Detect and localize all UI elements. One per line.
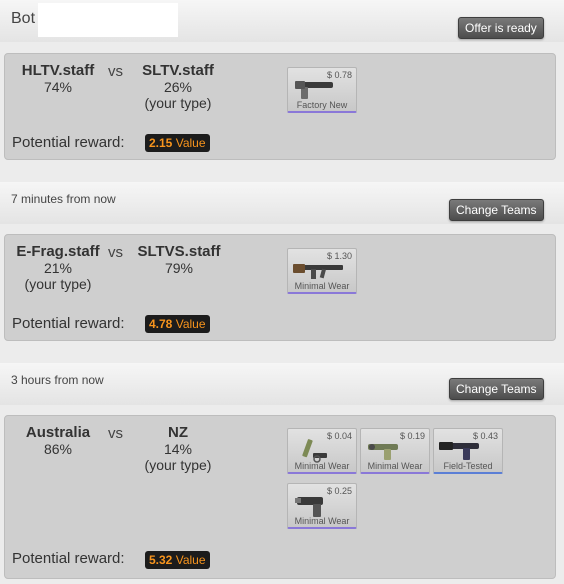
- match-header: 3 hours from now Change Teams: [0, 363, 564, 405]
- reward-unit: Value: [175, 136, 206, 150]
- match-card: HLTV.staff 74% vs SLTV.staff 26% (your t…: [4, 53, 556, 160]
- team2-percent: 14%: [163, 441, 193, 457]
- team2-percent: 79%: [164, 260, 194, 276]
- reward-amount: 5.32: [149, 553, 173, 567]
- item-card[interactable]: $ 0.19 Minimal Wear: [360, 428, 430, 474]
- team2-percent: 26%: [163, 79, 193, 95]
- bot-header: Bot Offer is ready: [0, 0, 564, 42]
- team1-name: E-Frag.staff: [16, 243, 100, 260]
- reward-label: Potential reward:: [12, 315, 125, 332]
- item-price: $ 0.43: [472, 431, 498, 441]
- team1-percent: 74%: [43, 79, 73, 95]
- team2: SLTV.staff 26% (your type): [133, 62, 223, 112]
- reward-label: Potential reward:: [12, 550, 125, 567]
- item-wear: Factory New: [296, 100, 348, 110]
- team2: SLTVS.staff 79%: [129, 243, 229, 277]
- team1-name: Australia: [25, 424, 91, 441]
- item-wear: Minimal Wear: [294, 461, 350, 471]
- item-price: $ 0.25: [326, 486, 352, 496]
- team1: E-Frag.staff 21% (your type): [9, 243, 107, 293]
- reward-amount: 2.15: [149, 136, 173, 150]
- team1: Australia 86%: [15, 424, 101, 458]
- bot-input[interactable]: [38, 3, 178, 37]
- team2-name: SLTVS.staff: [137, 243, 221, 260]
- match-header: 7 minutes from now Change Teams: [0, 182, 564, 224]
- item-price: $ 0.19: [399, 431, 425, 441]
- item-price: $ 1.30: [326, 251, 352, 261]
- item-card[interactable]: $ 0.43 Field-Tested: [433, 428, 503, 474]
- team2-name: NZ: [168, 424, 188, 441]
- pistol-icon: [439, 442, 479, 460]
- item-card[interactable]: $ 0.04 Minimal Wear: [287, 428, 357, 474]
- team1-name: HLTV.staff: [21, 62, 95, 79]
- reward-unit: Value: [175, 317, 206, 331]
- pistol-icon: [295, 81, 333, 99]
- reward-badge: 4.78 Value: [145, 315, 210, 333]
- team2: NZ 14% (your type): [133, 424, 223, 474]
- vs-label: vs: [108, 425, 123, 442]
- match-card: E-Frag.staff 21% (your type) vs SLTVS.st…: [4, 234, 556, 341]
- offer-ready-button[interactable]: Offer is ready: [458, 17, 544, 39]
- team2-name: SLTV.staff: [142, 62, 214, 79]
- change-teams-button[interactable]: Change Teams: [449, 378, 544, 400]
- reward-unit: Value: [175, 553, 206, 567]
- team1-percent: 86%: [43, 441, 73, 457]
- item-price: $ 0.78: [326, 70, 352, 80]
- team1: HLTV.staff 74%: [15, 62, 101, 96]
- item-card[interactable]: $ 0.78 Factory New: [287, 67, 357, 113]
- item-wear: Minimal Wear: [294, 281, 350, 291]
- rifle-icon: [293, 264, 343, 279]
- match-time: 7 minutes from now: [11, 192, 116, 206]
- item-card[interactable]: $ 0.25 Minimal Wear: [287, 483, 357, 529]
- item-wear: Field-Tested: [443, 461, 493, 471]
- reward-label: Potential reward:: [12, 134, 125, 151]
- change-teams-button[interactable]: Change Teams: [449, 199, 544, 221]
- vs-label: vs: [108, 63, 123, 80]
- reward-amount: 4.78: [149, 317, 173, 331]
- bot-label: Bot: [11, 10, 36, 27]
- item-price: $ 0.04: [326, 431, 352, 441]
- match-time: 3 hours from now: [11, 373, 104, 387]
- your-type-note: (your type): [144, 95, 212, 111]
- reward-badge: 2.15 Value: [145, 134, 210, 152]
- pistol-icon: [368, 444, 398, 460]
- your-type-note: (your type): [144, 457, 212, 473]
- item-card[interactable]: $ 1.30 Minimal Wear: [287, 248, 357, 294]
- team1-percent: 21%: [43, 260, 73, 276]
- match-card: Australia 86% vs NZ 14% (your type) $ 0.…: [4, 415, 556, 579]
- reward-badge: 5.32 Value: [145, 551, 210, 569]
- item-wear: Minimal Wear: [294, 516, 350, 526]
- item-wear: Minimal Wear: [367, 461, 423, 471]
- vs-label: vs: [108, 244, 123, 261]
- your-type-note: (your type): [24, 276, 92, 292]
